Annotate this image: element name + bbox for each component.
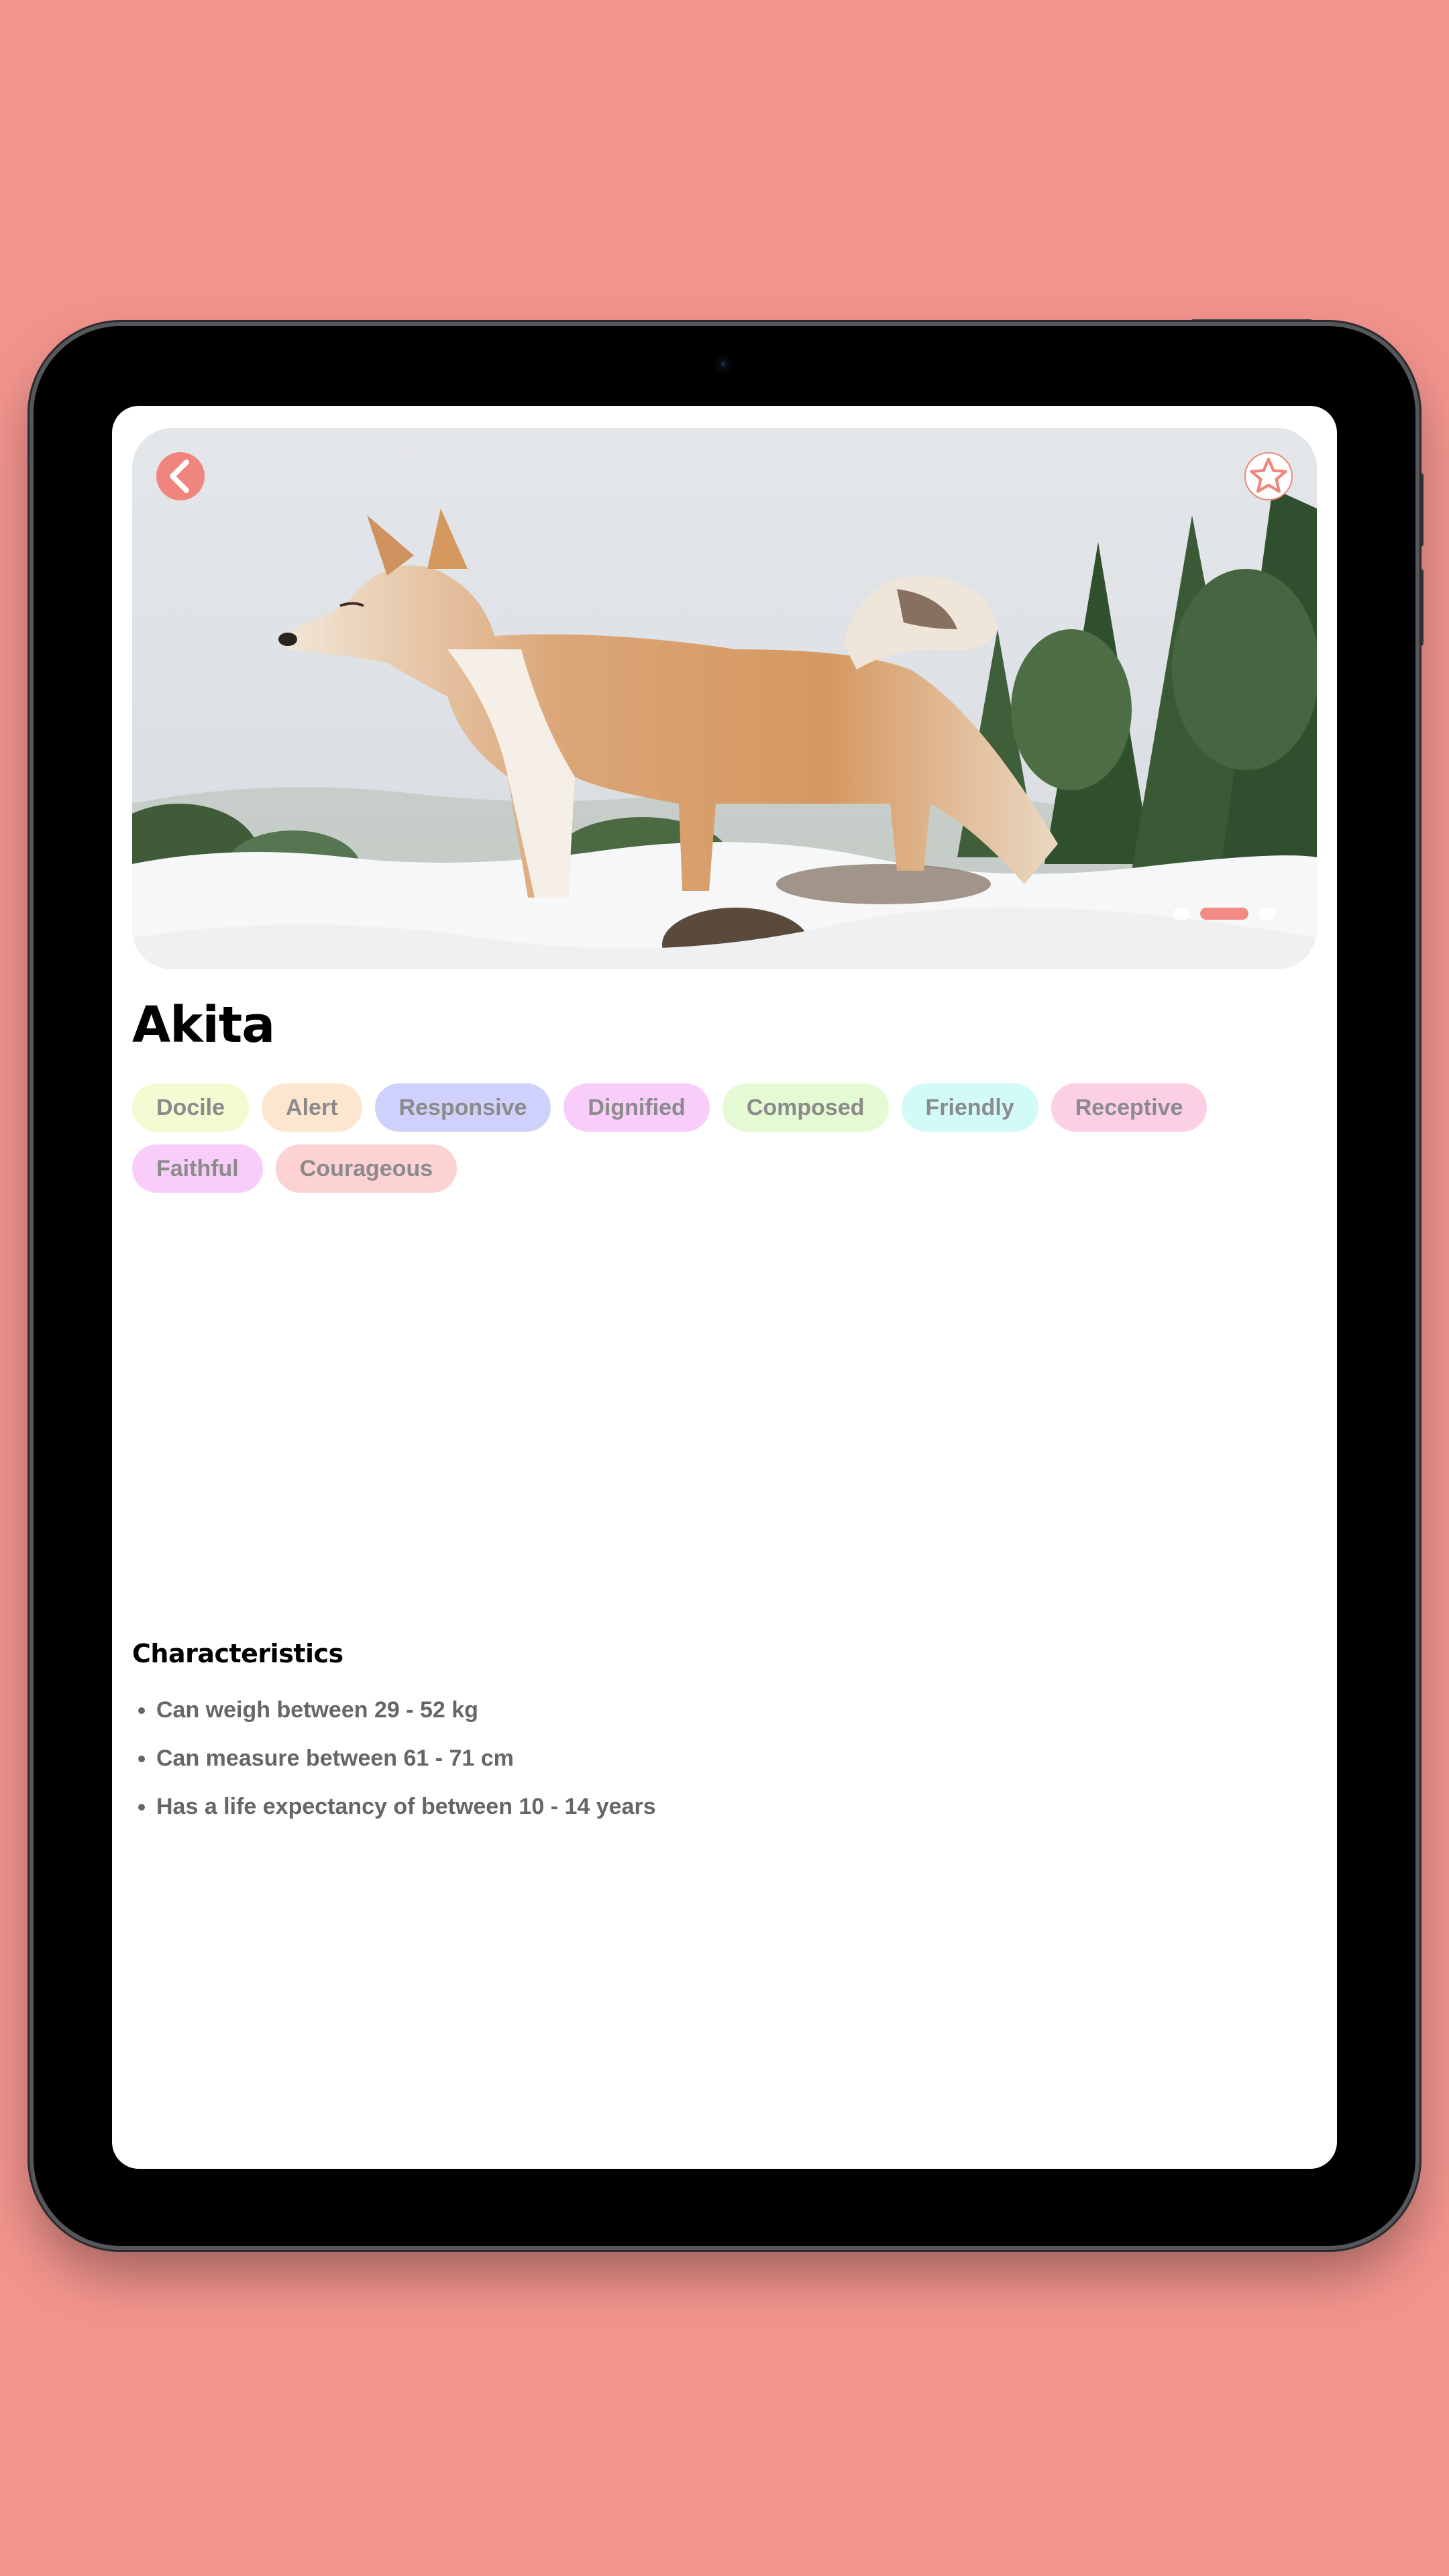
carousel-dot[interactable] (1259, 908, 1275, 920)
tag-dignified[interactable]: Dignified (564, 1083, 710, 1132)
power-button (1191, 319, 1313, 326)
favorite-button[interactable] (1244, 452, 1293, 500)
list-item: Has a life expectancy of between 10 - 14… (156, 1782, 656, 1831)
tag-composed[interactable]: Composed (722, 1083, 889, 1132)
volume-down-button (1417, 569, 1424, 646)
tag-faithful[interactable]: Faithful (132, 1144, 263, 1193)
breed-title: Akita (132, 996, 275, 1054)
tag-receptive[interactable]: Receptive (1051, 1083, 1208, 1132)
star-outline-icon (1250, 458, 1287, 493)
back-button[interactable] (156, 452, 205, 500)
front-camera (714, 356, 732, 373)
breed-photo (132, 428, 1317, 969)
list-item: Can measure between 61 - 71 cm (156, 1734, 656, 1782)
temperament-tags: Docile Alert Responsive Dignified Compos… (132, 1083, 1273, 1193)
tag-courageous[interactable]: Courageous (275, 1144, 458, 1193)
tag-docile[interactable]: Docile (132, 1083, 250, 1132)
app-screen: Akita Docile Alert Responsive Dignified … (112, 406, 1337, 2169)
chevron-left-icon (170, 460, 189, 493)
carousel-indicator (1173, 908, 1275, 920)
breed-image-carousel[interactable] (132, 428, 1317, 969)
characteristics-heading: Characteristics (132, 1639, 343, 1668)
carousel-dot[interactable] (1173, 908, 1189, 920)
characteristics-list: Can weigh between 29 - 52 kg Can measure… (132, 1686, 656, 1831)
tag-friendly[interactable]: Friendly (901, 1083, 1038, 1132)
carousel-dot-active[interactable] (1200, 908, 1248, 920)
list-item: Can weigh between 29 - 52 kg (156, 1686, 656, 1734)
tag-alert[interactable]: Alert (262, 1083, 362, 1132)
tag-responsive[interactable]: Responsive (374, 1083, 551, 1132)
volume-up-button (1417, 473, 1424, 547)
